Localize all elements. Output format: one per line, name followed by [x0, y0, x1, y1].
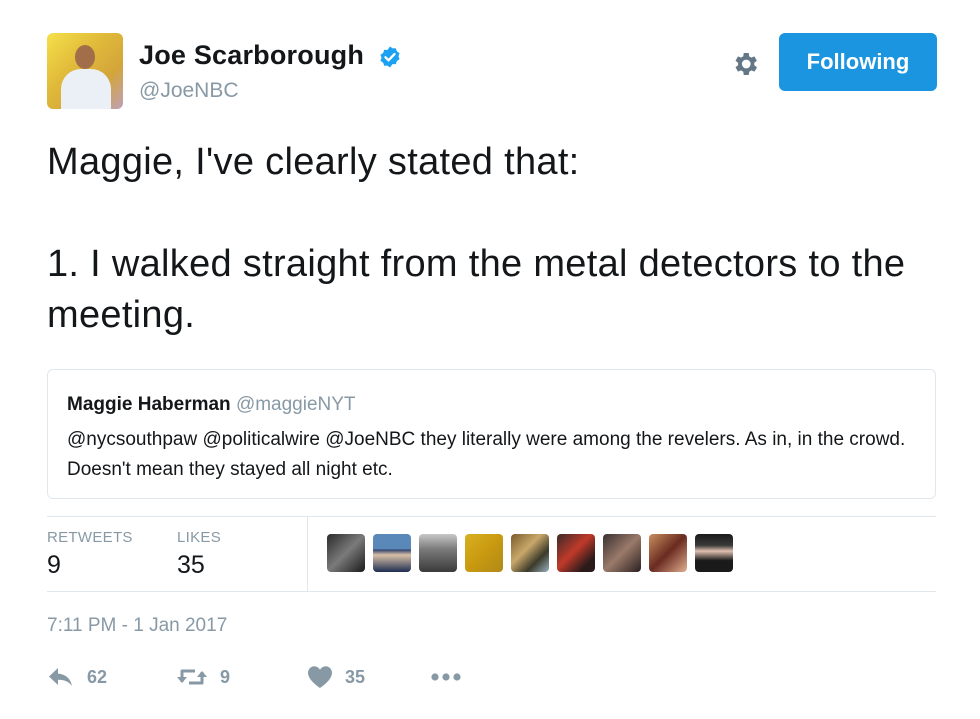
stats-divider-bottom — [47, 591, 936, 592]
retweet-icon — [177, 669, 207, 685]
liker-avatar[interactable] — [695, 534, 733, 572]
author-name[interactable]: Joe Scarborough — [139, 40, 364, 71]
reply-icon — [49, 668, 72, 686]
likes-label[interactable]: LIKES — [177, 529, 221, 546]
gear-icon[interactable] — [730, 49, 760, 79]
liker-avatar[interactable] — [603, 534, 641, 572]
tweet-text: Maggie, I've clearly stated that: 1. I w… — [47, 141, 906, 336]
quoted-tweet-header: Maggie Haberman @maggieNYT — [67, 394, 356, 416]
author-handle[interactable]: @JoeNBC — [139, 79, 239, 103]
quoted-tweet-text: @nycsouthpaw @politicalwire @JoeNBC they… — [67, 429, 906, 480]
avatar-figure-head — [75, 45, 95, 69]
verified-badge-icon — [380, 46, 400, 68]
liker-avatar[interactable] — [419, 534, 457, 572]
avatar-figure-body — [61, 69, 111, 109]
stats-divider-vertical — [307, 516, 308, 591]
heart-icon — [308, 666, 332, 688]
liker-avatar[interactable] — [327, 534, 365, 572]
more-options-button[interactable] — [430, 665, 462, 689]
reply-count: 62 — [87, 666, 108, 687]
retweet-button[interactable]: 9 — [176, 665, 230, 689]
retweets-count[interactable]: 9 — [47, 551, 61, 580]
retweets-label[interactable]: RETWEETS — [47, 529, 133, 546]
like-button[interactable]: 35 — [307, 665, 365, 689]
reply-button[interactable]: 62 — [47, 665, 107, 689]
following-button[interactable]: Following — [779, 33, 937, 91]
quoted-tweet-card[interactable]: Maggie Haberman @maggieNYT @nycsouthpaw … — [47, 369, 936, 499]
author-avatar[interactable] — [47, 33, 123, 109]
like-count: 35 — [345, 666, 366, 687]
quoted-author-name: Maggie Haberman — [67, 394, 231, 415]
more-dots-icon — [431, 673, 461, 681]
liker-avatar[interactable] — [465, 534, 503, 572]
quoted-author-handle: @maggieNYT — [235, 394, 356, 415]
stats-divider-top — [47, 516, 936, 517]
liker-avatar[interactable] — [557, 534, 595, 572]
likes-count[interactable]: 35 — [177, 551, 205, 580]
liker-avatar[interactable] — [511, 534, 549, 572]
tweet-timestamp[interactable]: 7:11 PM - 1 Jan 2017 — [47, 615, 227, 637]
retweet-count: 9 — [220, 666, 231, 687]
liker-avatar[interactable] — [373, 534, 411, 572]
liker-avatar[interactable] — [649, 534, 687, 572]
